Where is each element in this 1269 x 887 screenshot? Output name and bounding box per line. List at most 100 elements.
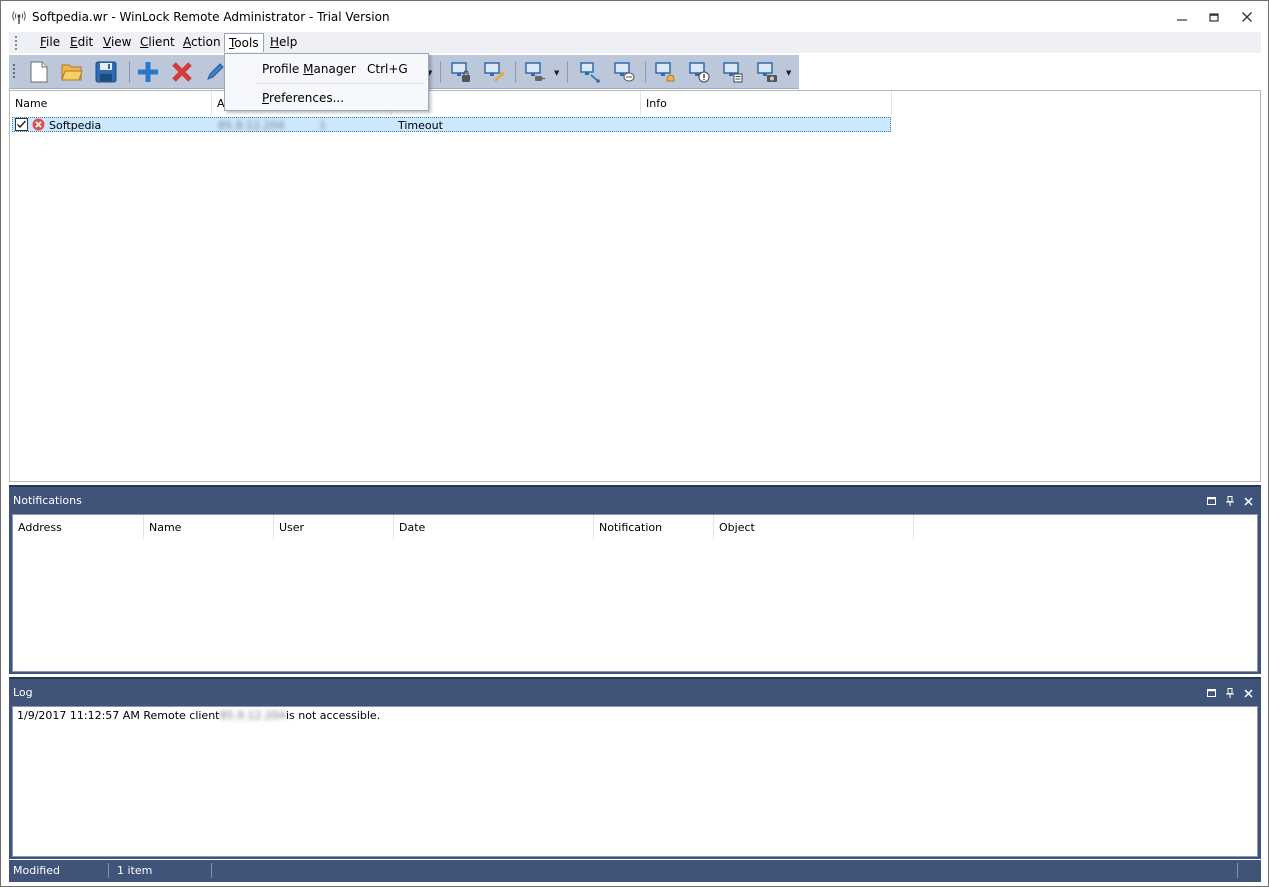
monitor-message-icon bbox=[614, 62, 635, 82]
close-panel-button[interactable] bbox=[1242, 495, 1254, 507]
pin-panel-button[interactable] bbox=[1224, 687, 1236, 699]
column-header-notification[interactable]: Notification bbox=[594, 515, 714, 539]
pin-icon bbox=[1226, 688, 1234, 698]
monitor-plug-icon bbox=[525, 62, 545, 81]
client-list: Name Ad Info Softpedia 85.9.12.204 1 Tim… bbox=[9, 90, 1261, 482]
column-header-status[interactable] bbox=[392, 91, 641, 115]
toolbar-separator bbox=[440, 61, 441, 83]
menu-file[interactable]: File bbox=[36, 33, 64, 52]
notifications-list: Address Name User Date Notification Obje… bbox=[12, 514, 1258, 672]
menu-item-profile-manager[interactable]: Profile Manager Ctrl+G bbox=[226, 56, 427, 80]
close-button[interactable] bbox=[1230, 1, 1264, 32]
status-state: Modified bbox=[13, 864, 60, 877]
main-window: Softpedia.wr - WinLock Remote Administra… bbox=[0, 0, 1269, 887]
status-divider bbox=[108, 863, 109, 878]
monitor-list-icon bbox=[723, 62, 743, 83]
toolbar-separator bbox=[567, 61, 568, 83]
minimize-icon bbox=[1177, 18, 1187, 21]
column-header-name[interactable]: Name bbox=[144, 515, 274, 539]
column-header-object[interactable]: Object bbox=[714, 515, 914, 539]
maximize-panel-button[interactable] bbox=[1205, 495, 1217, 507]
close-icon bbox=[1242, 11, 1252, 22]
client-address-tail: 1 bbox=[319, 119, 326, 132]
notifications-panel-header: Notifications bbox=[9, 485, 1261, 513]
dropdown-arrow-icon[interactable]: ▼ bbox=[786, 69, 791, 77]
window-title: Softpedia.wr - WinLock Remote Administra… bbox=[32, 10, 390, 24]
new-button[interactable] bbox=[27, 60, 51, 84]
column-header-address[interactable]: Address bbox=[13, 515, 144, 539]
pencil-icon bbox=[207, 63, 224, 80]
monitor-lock-icon bbox=[451, 62, 470, 82]
toolbar-separator bbox=[645, 61, 646, 83]
menu-help[interactable]: Help bbox=[266, 33, 301, 52]
panel-title: Notifications bbox=[13, 494, 82, 507]
menu-view[interactable]: View bbox=[99, 33, 135, 52]
pin-icon bbox=[1226, 496, 1234, 506]
client-status: Timeout bbox=[398, 119, 443, 132]
column-header-name[interactable]: Name bbox=[10, 91, 212, 115]
delete-client-button[interactable] bbox=[170, 60, 194, 84]
column-header-date[interactable]: Date bbox=[394, 515, 594, 539]
message-button[interactable] bbox=[612, 60, 636, 84]
menu-tools[interactable]: Tools bbox=[224, 33, 264, 52]
close-panel-button[interactable] bbox=[1242, 687, 1254, 699]
log-entry[interactable]: 1/9/2017 11:12:57 AM Remote client85.9.1… bbox=[17, 709, 380, 722]
menu-bar: File Edit View Client Action Tools Help bbox=[9, 32, 1261, 53]
close-icon bbox=[1243, 688, 1253, 698]
dropdown-arrow-icon[interactable]: ▼ bbox=[554, 69, 559, 77]
menu-edit[interactable]: Edit bbox=[66, 33, 97, 52]
close-icon bbox=[1243, 496, 1253, 506]
menu-client[interactable]: Client bbox=[136, 33, 179, 52]
new-document-icon bbox=[30, 61, 48, 83]
log-time: 1/9/2017 11:12:57 AM bbox=[17, 709, 140, 722]
monitor-network-icon bbox=[580, 62, 600, 83]
table-row[interactable]: Softpedia 85.9.12.204 1 Timeout bbox=[12, 117, 891, 132]
pin-panel-button[interactable] bbox=[1224, 495, 1236, 507]
error-status-icon bbox=[32, 118, 45, 131]
screenshot-button[interactable] bbox=[755, 60, 779, 84]
connect-button[interactable] bbox=[523, 60, 547, 84]
menu-action[interactable]: Action bbox=[179, 33, 225, 52]
menu-grip-icon[interactable] bbox=[14, 35, 18, 51]
tools-dropdown-menu: Profile Manager Ctrl+G Preferences... bbox=[224, 53, 429, 111]
checkbox-checked-icon[interactable] bbox=[15, 118, 28, 131]
maximize-icon bbox=[1206, 689, 1216, 697]
log-prefix: Remote client bbox=[143, 709, 220, 722]
toolbar-separator bbox=[129, 61, 130, 83]
log-address: 85.9.12.204 bbox=[219, 709, 286, 722]
save-button[interactable] bbox=[94, 60, 118, 84]
menu-item-preferences[interactable]: Preferences... bbox=[226, 85, 427, 109]
network-button[interactable] bbox=[578, 60, 602, 84]
column-header-user[interactable]: User bbox=[274, 515, 394, 539]
monitor-camera-icon bbox=[757, 62, 777, 82]
log-suffix: is not accessible. bbox=[285, 709, 381, 722]
log-list: 1/9/2017 11:12:57 AM Remote client85.9.1… bbox=[12, 706, 1258, 857]
status-divider bbox=[211, 863, 212, 878]
status-count: 1 item bbox=[117, 864, 153, 877]
title-bar: Softpedia.wr - WinLock Remote Administra… bbox=[1, 1, 1268, 32]
red-x-icon bbox=[172, 62, 192, 82]
column-header-info[interactable]: Info bbox=[641, 91, 892, 115]
antenna-icon bbox=[12, 11, 26, 24]
notify-button[interactable] bbox=[653, 60, 677, 84]
client-name: Softpedia bbox=[49, 119, 102, 132]
add-client-button[interactable] bbox=[136, 60, 160, 84]
maximize-panel-button[interactable] bbox=[1205, 687, 1217, 699]
minimize-button[interactable] bbox=[1165, 1, 1199, 32]
menu-separator bbox=[255, 83, 425, 84]
save-disk-icon bbox=[95, 61, 117, 83]
monitor-key-icon bbox=[484, 62, 504, 82]
shortcut-label: Ctrl+G bbox=[367, 62, 408, 76]
log-panel-header: Log bbox=[9, 677, 1261, 705]
open-button[interactable] bbox=[60, 60, 84, 84]
list-button[interactable] bbox=[721, 60, 745, 84]
restore-button[interactable] bbox=[1197, 1, 1231, 32]
key-client-button[interactable] bbox=[482, 60, 506, 84]
toolbar-grip-icon[interactable] bbox=[12, 63, 16, 81]
alert-button[interactable] bbox=[687, 60, 711, 84]
toolbar-separator bbox=[515, 61, 516, 83]
status-divider bbox=[1237, 863, 1238, 878]
plus-icon bbox=[138, 62, 158, 82]
restore-icon bbox=[1209, 12, 1219, 22]
lock-client-button[interactable] bbox=[449, 60, 473, 84]
